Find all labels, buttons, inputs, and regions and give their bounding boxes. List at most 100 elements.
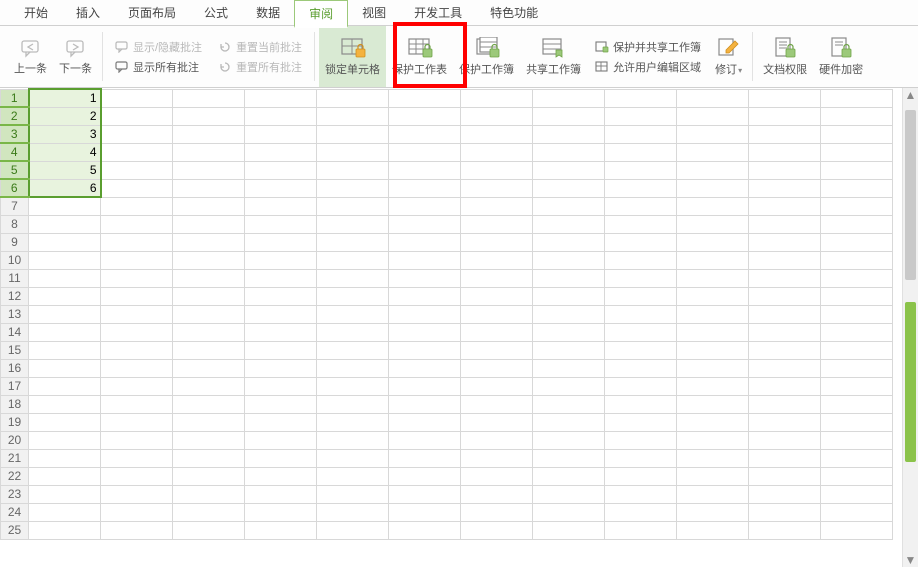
cell[interactable] <box>317 377 389 395</box>
cell[interactable] <box>29 341 101 359</box>
cell[interactable] <box>749 269 821 287</box>
cell[interactable] <box>29 449 101 467</box>
cell[interactable] <box>533 89 605 107</box>
cell[interactable] <box>317 449 389 467</box>
next-comment-button[interactable]: 下一条 <box>53 26 98 87</box>
cell[interactable] <box>317 197 389 215</box>
cell[interactable] <box>677 179 749 197</box>
cell[interactable] <box>173 233 245 251</box>
row-header[interactable]: 22 <box>1 467 29 485</box>
cell[interactable] <box>749 143 821 161</box>
cell[interactable] <box>101 377 173 395</box>
cell[interactable] <box>461 107 533 125</box>
cell[interactable] <box>821 305 893 323</box>
cell[interactable] <box>605 179 677 197</box>
cell[interactable]: 3 <box>29 125 101 143</box>
cell[interactable] <box>749 449 821 467</box>
cell[interactable] <box>389 359 461 377</box>
row-header[interactable]: 21 <box>1 449 29 467</box>
cell[interactable] <box>389 125 461 143</box>
cell[interactable] <box>749 521 821 539</box>
cell[interactable] <box>101 125 173 143</box>
reset-all-comments-button[interactable]: 重置所有批注 <box>216 58 304 76</box>
cell[interactable] <box>677 89 749 107</box>
scroll-down-button[interactable]: ▼ <box>903 553 918 567</box>
cell[interactable] <box>821 485 893 503</box>
cell[interactable] <box>461 215 533 233</box>
cell[interactable] <box>749 377 821 395</box>
cell[interactable] <box>389 431 461 449</box>
menu-item-7[interactable]: 开发工具 <box>400 0 476 25</box>
cell[interactable] <box>533 125 605 143</box>
cell[interactable] <box>245 215 317 233</box>
cell[interactable] <box>173 269 245 287</box>
doc-permission-button[interactable]: 文档权限 <box>757 26 813 87</box>
cell[interactable] <box>461 377 533 395</box>
cell[interactable] <box>317 503 389 521</box>
row-header[interactable]: 19 <box>1 413 29 431</box>
cell[interactable] <box>101 431 173 449</box>
cell[interactable] <box>677 467 749 485</box>
cell[interactable] <box>677 521 749 539</box>
cell[interactable] <box>101 485 173 503</box>
cell[interactable] <box>749 233 821 251</box>
cell[interactable] <box>173 503 245 521</box>
cell[interactable] <box>29 413 101 431</box>
share-workbook-button[interactable]: 共享工作簿 <box>520 26 587 87</box>
cell[interactable] <box>245 89 317 107</box>
row-header[interactable]: 20 <box>1 431 29 449</box>
row-header[interactable]: 23 <box>1 485 29 503</box>
cell[interactable] <box>245 395 317 413</box>
cell[interactable] <box>605 251 677 269</box>
cell[interactable] <box>317 341 389 359</box>
menu-item-2[interactable]: 页面布局 <box>114 0 190 25</box>
row-header[interactable]: 4 <box>1 143 29 161</box>
cell[interactable] <box>173 485 245 503</box>
cell[interactable] <box>101 233 173 251</box>
cell[interactable] <box>749 89 821 107</box>
cell[interactable] <box>317 287 389 305</box>
cell[interactable] <box>461 431 533 449</box>
cell[interactable] <box>461 449 533 467</box>
cell[interactable] <box>317 215 389 233</box>
cell[interactable] <box>461 233 533 251</box>
cell[interactable] <box>173 359 245 377</box>
cell[interactable] <box>173 143 245 161</box>
cell[interactable] <box>461 305 533 323</box>
cell[interactable] <box>101 179 173 197</box>
cell[interactable] <box>461 395 533 413</box>
cell[interactable] <box>173 341 245 359</box>
cell[interactable] <box>29 377 101 395</box>
cell[interactable] <box>389 233 461 251</box>
cell[interactable] <box>605 233 677 251</box>
cell[interactable] <box>173 323 245 341</box>
cell[interactable] <box>821 89 893 107</box>
cell[interactable] <box>605 143 677 161</box>
cell[interactable] <box>29 305 101 323</box>
cell[interactable] <box>389 143 461 161</box>
row-header[interactable]: 24 <box>1 503 29 521</box>
cell[interactable] <box>101 89 173 107</box>
cell[interactable] <box>605 521 677 539</box>
cell[interactable] <box>389 341 461 359</box>
cell[interactable] <box>821 251 893 269</box>
cell[interactable] <box>173 467 245 485</box>
cell[interactable] <box>389 521 461 539</box>
cell[interactable] <box>317 269 389 287</box>
cell[interactable] <box>605 341 677 359</box>
row-header[interactable]: 2 <box>1 107 29 125</box>
cell[interactable] <box>821 467 893 485</box>
menu-item-5[interactable]: 审阅 <box>294 0 348 28</box>
cell[interactable] <box>461 197 533 215</box>
cell[interactable] <box>245 377 317 395</box>
cell[interactable] <box>29 359 101 377</box>
cell[interactable] <box>461 341 533 359</box>
cell[interactable] <box>749 179 821 197</box>
cell[interactable] <box>245 341 317 359</box>
cell[interactable] <box>101 467 173 485</box>
cell[interactable] <box>749 341 821 359</box>
cell[interactable] <box>821 179 893 197</box>
cell[interactable] <box>461 143 533 161</box>
cell[interactable] <box>245 485 317 503</box>
cell[interactable] <box>101 341 173 359</box>
